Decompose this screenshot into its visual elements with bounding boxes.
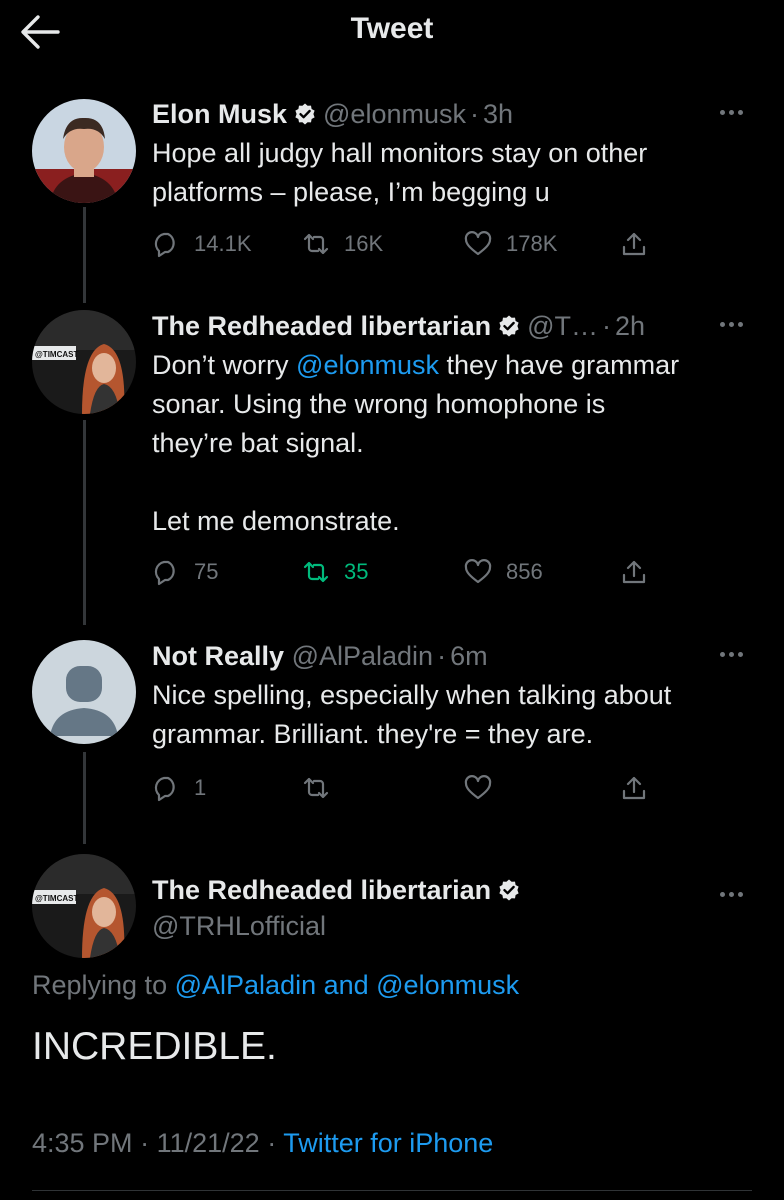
like-count: 856 bbox=[506, 559, 543, 584]
tweet-text-line: they’re bat signal. bbox=[152, 428, 364, 458]
verified-badge-icon bbox=[295, 103, 315, 125]
action-bar: 1 bbox=[152, 768, 672, 808]
share-button[interactable] bbox=[620, 552, 662, 592]
handle[interactable]: @T… bbox=[527, 311, 598, 341]
retweet-button[interactable]: 35 bbox=[302, 552, 368, 592]
timestamp[interactable]: 6m bbox=[450, 641, 488, 671]
tweet-source-link[interactable]: Twitter for iPhone bbox=[283, 1128, 493, 1158]
avatar-tag: @TIMCAST bbox=[35, 350, 78, 359]
avatar[interactable] bbox=[32, 99, 136, 203]
separator: · bbox=[602, 311, 611, 341]
avatar-tag: @TIMCAST bbox=[35, 894, 78, 903]
tweet-header: The Redheaded libertarian bbox=[152, 872, 527, 908]
retweet-count: 35 bbox=[344, 559, 369, 584]
tweet-date[interactable]: 11/21/22 bbox=[157, 1128, 260, 1158]
display-name[interactable]: The Redheaded libertarian bbox=[152, 311, 491, 341]
share-icon bbox=[622, 560, 646, 584]
handle[interactable]: @TRHLofficial bbox=[152, 908, 326, 944]
page-title: Tweet bbox=[350, 12, 434, 45]
focused-tweet-text: INCREDIBLE. bbox=[32, 1025, 277, 1068]
tweet[interactable]: @TIMCAST The Redheaded libertarian @T… · 2h… bbox=[0, 308, 784, 598]
separator: · bbox=[469, 99, 479, 129]
more-options-icon[interactable] bbox=[720, 884, 750, 897]
reply-button[interactable]: 14.1K bbox=[152, 224, 252, 264]
reply-icon bbox=[154, 232, 175, 258]
tweet-text: Don’t worry @elonmusk they have grammar … bbox=[152, 346, 762, 541]
retweet-button[interactable] bbox=[302, 768, 344, 808]
reply-icon bbox=[154, 776, 175, 802]
tweet-text-line: Nice spelling, especially when talking a… bbox=[152, 680, 672, 710]
share-button[interactable] bbox=[620, 224, 662, 264]
action-bar: 14.1K 16K 178K bbox=[152, 224, 672, 264]
tweet-text-segment: they have grammar bbox=[439, 350, 680, 380]
avatar[interactable]: @TIMCAST bbox=[32, 310, 136, 414]
replying-prefix: Replying to bbox=[32, 970, 168, 1000]
share-button[interactable] bbox=[620, 768, 662, 808]
like-button[interactable] bbox=[464, 768, 506, 808]
tweet-text-line: Hope all judgy hall monitors stay on oth… bbox=[152, 138, 648, 168]
share-icon bbox=[622, 232, 646, 256]
tweet-time[interactable]: 4:35 PM bbox=[32, 1128, 133, 1158]
tweet-text: Nice spelling, especially when talking a… bbox=[152, 676, 762, 754]
mention-link[interactable]: @elonmusk bbox=[296, 350, 439, 380]
tweet[interactable]: Not Really @AlPaladin · 6m Nice spelling, … bbox=[0, 638, 784, 818]
reply-button[interactable]: 1 bbox=[152, 768, 206, 808]
tweet-text-line: platforms – please, I’m begging u bbox=[152, 177, 550, 207]
reply-count: 1 bbox=[194, 775, 207, 800]
tweet-metadata: 4:35 PM · 11/21/22 · Twitter for iPhone bbox=[32, 1128, 493, 1159]
tweet-text-line: Let me demonstrate. bbox=[152, 506, 400, 536]
heart-icon bbox=[464, 775, 492, 800]
reply-count: 14.1K bbox=[194, 231, 252, 256]
retweet-count: 16K bbox=[344, 231, 384, 256]
retweet-icon bbox=[303, 777, 329, 799]
tweet-header: Elon Musk @elonmusk · 3h bbox=[152, 96, 513, 132]
top-bar: Tweet bbox=[0, 0, 784, 64]
tweet-text-line: grammar. Brilliant. they're = they are. bbox=[152, 719, 594, 749]
tweet-text-segment: Don’t worry bbox=[152, 350, 297, 380]
retweet-icon bbox=[303, 561, 329, 583]
display-name[interactable]: Elon Musk bbox=[152, 99, 287, 129]
verified-badge-icon bbox=[499, 315, 519, 337]
like-button[interactable]: 178K bbox=[464, 224, 557, 264]
divider bbox=[32, 1190, 752, 1191]
reply-icon bbox=[154, 560, 175, 586]
share-icon bbox=[622, 776, 646, 800]
retweet-icon bbox=[303, 233, 329, 255]
tweet-text-line: Don’t worry @elonmusk they have grammar bbox=[152, 346, 762, 385]
tweet-header: The Redheaded libertarian @T… · 2h bbox=[152, 308, 645, 344]
separator: · bbox=[437, 641, 447, 671]
replying-to: Replying to @AlPaladin and @elonmusk bbox=[32, 970, 519, 1001]
heart-icon bbox=[464, 559, 492, 584]
avatar[interactable] bbox=[32, 640, 136, 744]
tweet-header: Not Really @AlPaladin · 6m bbox=[152, 638, 488, 674]
retweet-button[interactable]: 16K bbox=[302, 224, 383, 264]
separator: · bbox=[140, 1128, 150, 1158]
like-count: 178K bbox=[506, 231, 558, 256]
display-name[interactable]: The Redheaded libertarian bbox=[152, 875, 491, 905]
focused-tweet: @TIMCAST The Redheaded libertarian @TRHL… bbox=[0, 854, 784, 958]
more-options-icon[interactable] bbox=[720, 102, 750, 115]
like-button[interactable]: 856 bbox=[464, 552, 543, 592]
timestamp[interactable]: 3h bbox=[483, 99, 513, 129]
timestamp[interactable]: 2h bbox=[615, 311, 645, 341]
tweet[interactable]: Elon Musk @elonmusk · 3h Hope all judgy hal… bbox=[0, 96, 784, 276]
more-options-icon[interactable] bbox=[720, 644, 750, 657]
avatar[interactable]: @TIMCAST bbox=[32, 854, 136, 958]
handle[interactable]: @AlPaladin bbox=[292, 641, 434, 671]
reply-count: 75 bbox=[194, 559, 219, 584]
tweet-text-line: sonar. Using the wrong homophone is bbox=[152, 389, 606, 419]
action-bar: 75 35 856 bbox=[152, 552, 672, 592]
separator: · bbox=[267, 1128, 277, 1158]
handle[interactable]: @elonmusk bbox=[323, 99, 466, 129]
display-name[interactable]: Not Really bbox=[152, 641, 284, 671]
replying-users-link[interactable]: @AlPaladin and @elonmusk bbox=[175, 970, 520, 1000]
heart-icon bbox=[464, 231, 492, 256]
more-options-icon[interactable] bbox=[720, 314, 750, 327]
tweet-text: Hope all judgy hall monitors stay on oth… bbox=[152, 134, 762, 212]
verified-badge-icon bbox=[499, 879, 519, 901]
reply-button[interactable]: 75 bbox=[152, 552, 218, 592]
